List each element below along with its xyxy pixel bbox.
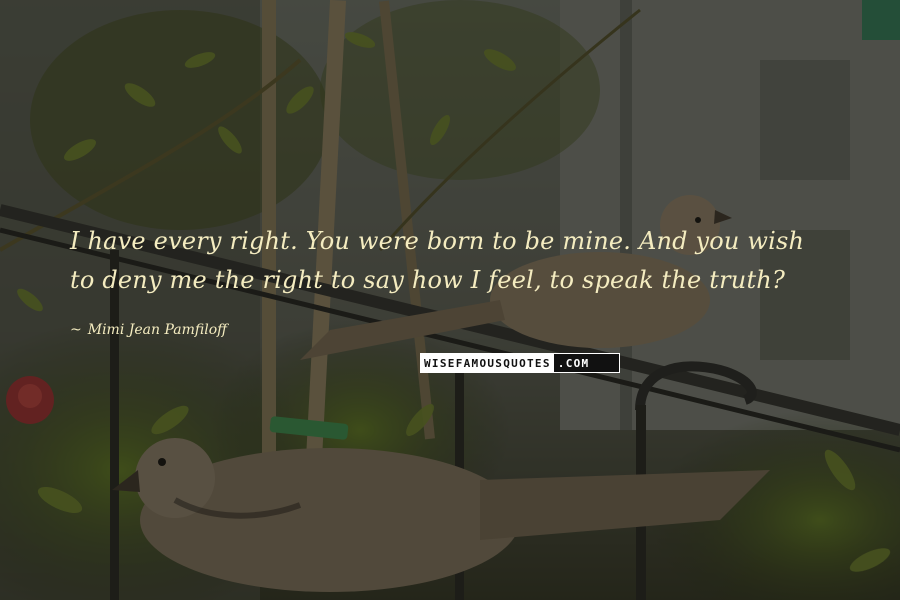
watermark-logo: WISEFAMOUSQUOTES .COM	[420, 353, 620, 373]
quote-line-2: to deny me the right to say how I feel, …	[70, 266, 786, 294]
quote-image: I have every right. You were born to be …	[0, 0, 900, 600]
author-name: Mimi Jean Pamfiloff	[87, 322, 228, 338]
author-dash: ~	[70, 322, 82, 338]
quote-author: ~ Mimi Jean Pamfiloff	[70, 320, 227, 340]
quote-line-1: I have every right. You were born to be …	[70, 227, 805, 255]
quote-text: I have every right. You were born to be …	[70, 222, 870, 300]
watermark-part-1: WISEFAMOUSQUOTES	[421, 354, 554, 372]
dark-overlay	[0, 0, 900, 600]
watermark-part-2: .COM	[553, 354, 619, 372]
